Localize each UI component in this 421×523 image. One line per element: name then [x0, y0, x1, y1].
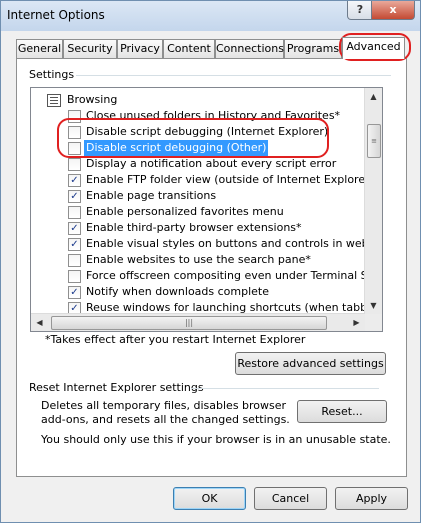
setting-label: Enable personalized favorites menu: [86, 205, 284, 218]
tab-programs[interactable]: Programs: [284, 39, 342, 58]
browsing-category-icon: [47, 94, 61, 107]
close-button[interactable]: x: [371, 1, 415, 20]
horizontal-scrollbar[interactable]: ◀ ||| ▶: [31, 313, 365, 331]
ok-button[interactable]: OK: [173, 487, 246, 510]
apply-button[interactable]: Apply: [335, 487, 408, 510]
tab-advanced[interactable]: Advanced: [342, 37, 405, 59]
setting-checkbox[interactable]: [68, 110, 81, 123]
setting-checkbox[interactable]: [68, 126, 81, 139]
setting-checkbox[interactable]: ✓: [68, 238, 81, 251]
tab-privacy[interactable]: Privacy: [117, 39, 163, 58]
setting-checkbox[interactable]: [68, 158, 81, 171]
horizontal-scroll-thumb[interactable]: |||: [51, 316, 327, 330]
settings-tree-list[interactable]: Browsing Close unused folders in History…: [30, 87, 383, 332]
cancel-button[interactable]: Cancel: [254, 487, 327, 510]
category-row: Browsing: [31, 92, 365, 108]
setting-checkbox[interactable]: [68, 206, 81, 219]
internet-options-dialog: Internet Options ? x Settings General Se…: [0, 0, 421, 523]
setting-label: Close unused folders in History and Favo…: [86, 109, 341, 122]
vertical-scroll-thumb[interactable]: ≡: [367, 124, 381, 158]
setting-label-selected: Disable script debugging (Other): [84, 140, 269, 156]
setting-label: Display a notification about every scrip…: [86, 157, 337, 170]
scroll-left-arrow-icon[interactable]: ◀: [31, 314, 48, 331]
reset-group-label: Reset Internet Explorer settings: [29, 381, 204, 394]
setting-label: Disable script debugging (Internet Explo…: [86, 125, 329, 138]
tab-connections[interactable]: Connections: [215, 39, 284, 58]
setting-checkbox[interactable]: [68, 254, 81, 267]
scroll-up-arrow-icon[interactable]: ▲: [365, 88, 382, 105]
vertical-scrollbar[interactable]: ▲ ≡ ▼: [364, 88, 382, 314]
reset-button[interactable]: Reset...: [297, 400, 387, 423]
setting-checkbox[interactable]: [68, 270, 81, 283]
reset-description-line1: Deletes all temporary files, disables br…: [41, 399, 287, 412]
restart-note: *Takes effect after you restart Internet…: [45, 333, 306, 346]
restore-advanced-settings-button[interactable]: Restore advanced settings: [235, 352, 386, 375]
setting-label: Force offscreen compositing even under T…: [86, 269, 383, 282]
reset-description-line2: add-ons, and resets all the changed sett…: [41, 413, 290, 426]
setting-label: Enable third-party browser extensions*: [86, 221, 302, 234]
settings-group-label: Settings: [27, 68, 77, 81]
tab-content[interactable]: Content: [163, 39, 215, 58]
reset-group-rule: [191, 388, 379, 389]
reset-warning: You should only use this if your browser…: [41, 433, 391, 446]
title-bar: Internet Options ? x: [1, 1, 420, 31]
help-button[interactable]: ?: [347, 1, 373, 20]
tab-security[interactable]: Security: [63, 39, 117, 58]
tab-general[interactable]: General: [16, 39, 63, 58]
setting-checkbox[interactable]: ✓: [68, 174, 81, 187]
setting-checkbox[interactable]: ✓: [68, 286, 81, 299]
setting-checkbox[interactable]: ✓: [68, 190, 81, 203]
setting-label: Enable FTP folder view (outside of Inter…: [86, 173, 374, 186]
window-title: Internet Options: [7, 8, 105, 22]
setting-checkbox[interactable]: [68, 142, 81, 155]
scroll-down-arrow-icon[interactable]: ▼: [365, 297, 382, 314]
setting-label: Notify when downloads complete: [86, 285, 270, 298]
setting-checkbox[interactable]: ✓: [68, 222, 81, 235]
scroll-right-arrow-icon[interactable]: ▶: [348, 314, 365, 331]
settings-group-rule: [75, 75, 391, 76]
setting-label: Enable page transitions: [86, 189, 217, 202]
setting-label: Enable websites to use the search pane*: [86, 253, 311, 266]
setting-label: Enable visual styles on buttons and cont…: [86, 237, 383, 250]
category-label: Browsing: [67, 93, 118, 106]
scrollbar-corner: [365, 314, 382, 331]
